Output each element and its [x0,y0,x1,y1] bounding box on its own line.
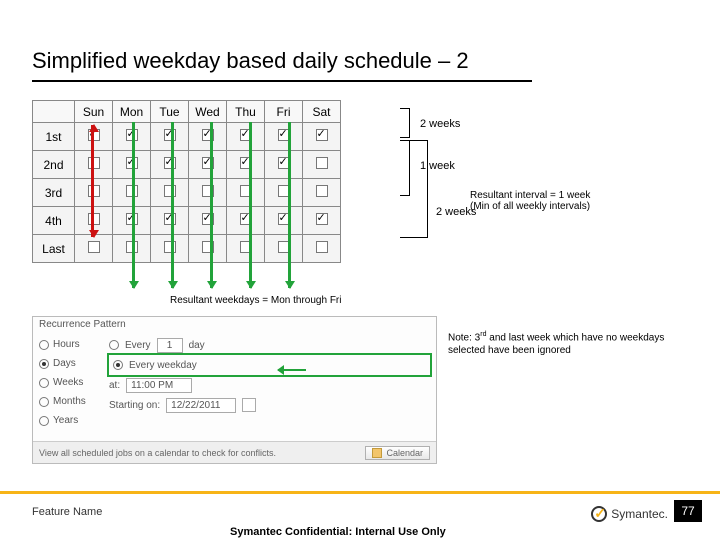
every-n-input[interactable]: 1 [157,338,183,353]
schedule-cell[interactable] [227,235,265,263]
resultant-interval-line1: Resultant interval = 1 week [470,190,590,201]
schedule-cell[interactable] [189,207,227,235]
schedule-cell[interactable] [227,179,265,207]
unit-radio[interactable] [39,340,49,350]
weekday-arrow [210,122,213,288]
bracket-1st-2nd [400,108,410,138]
starting-on-label: Starting on: [109,400,160,411]
start-date-input[interactable]: 12/22/2011 [166,398,236,413]
row-label: 3rd [33,179,75,207]
unit-label: Years [53,411,78,430]
schedule-cell[interactable] [151,179,189,207]
schedule-cell[interactable] [303,207,341,235]
weekday-arrow [132,122,135,288]
footer-accent-bar [0,491,720,494]
row-label: Last [33,235,75,263]
every-weekday-radio[interactable] [113,360,123,370]
schedule-cell[interactable] [189,151,227,179]
recurrence-unit-list: HoursDaysWeeksMonthsYears [39,335,86,430]
day-header: Mon [113,101,151,123]
sunday-span-arrow [91,125,94,237]
schedule-cell[interactable] [227,151,265,179]
schedule-grid: SunMonTueWedThuFriSat 1st2nd3rd4thLast [32,100,341,263]
every-unit-label: day [189,340,205,351]
confidential-footer: Symantec Confidential: Internal Use Only [230,526,446,538]
day-header: Sat [303,101,341,123]
schedule-cell[interactable] [303,179,341,207]
unit-label: Days [53,354,76,373]
schedule-cell[interactable] [189,123,227,151]
day-header: Wed [189,101,227,123]
unit-label: Hours [53,335,80,354]
calendar-picker-icon[interactable] [242,398,256,412]
unit-radio[interactable] [39,416,49,426]
checkbox-icon [316,129,328,141]
every-weekday-label: Every weekday [129,360,197,371]
schedule-cell[interactable] [227,123,265,151]
unit-label: Months [53,392,86,411]
calendar-button[interactable]: Calendar [365,446,430,460]
feature-name: Feature Name [32,506,102,518]
recurrence-heading: Recurrence Pattern [33,317,436,332]
schedule-cell[interactable] [265,207,303,235]
checkbox-icon [316,185,328,197]
highlight-back-arrow [278,365,310,375]
calendar-hint: View all scheduled jobs on a calendar to… [39,448,276,458]
title-underline [32,80,532,82]
row-label: 1st [33,123,75,151]
schedule-cell[interactable] [151,151,189,179]
ignored-weeks-note: Note: 3rd and last week which have no we… [448,330,688,357]
at-label: at: [109,380,120,391]
row-label: 2nd [33,151,75,179]
schedule-cell[interactable] [151,123,189,151]
time-input[interactable]: 11:00 PM [126,378,192,393]
schedule-cell[interactable] [75,235,113,263]
bracket-label-1: 2 weeks [420,118,460,130]
resultant-interval: Resultant interval = 1 week (Min of all … [470,190,590,212]
weekday-arrow [288,122,291,288]
calendar-icon [372,448,382,458]
checkbox-icon [316,241,328,253]
bracket-2nd-4th [400,140,428,238]
every-label: Every [125,340,151,351]
weekday-arrow [249,122,252,288]
schedule-cell[interactable] [303,123,341,151]
calendar-button-label: Calendar [386,448,423,458]
schedule-cell[interactable] [265,151,303,179]
symantec-logo: Symantec. [591,506,668,522]
day-header: Fri [265,101,303,123]
schedule-cell[interactable] [265,179,303,207]
schedule-cell[interactable] [265,235,303,263]
schedule-cell[interactable] [265,123,303,151]
day-header: Tue [151,101,189,123]
unit-label: Weeks [53,373,83,392]
day-header: Sun [75,101,113,123]
checkbox-icon [316,157,328,169]
every-n-radio[interactable] [109,340,119,350]
slide-title: Simplified weekday based daily schedule … [32,48,469,74]
recurrence-panel: Recurrence Pattern HoursDaysWeeksMonthsY… [32,316,437,464]
resultant-interval-line2: (Min of all weekly intervals) [470,201,590,212]
unit-radio[interactable] [39,359,49,369]
schedule-cell[interactable] [189,235,227,263]
checkbox-icon [88,241,100,253]
check-circle-icon [591,506,607,522]
schedule-cell[interactable] [151,207,189,235]
schedule-cell[interactable] [151,235,189,263]
checkbox-icon [316,213,328,225]
schedule-cell[interactable] [189,179,227,207]
schedule-cell[interactable] [227,207,265,235]
page-number: 77 [674,500,702,522]
resultant-weekdays: Resultant weekdays = Mon through Fri [170,295,341,306]
weekday-arrow [171,122,174,288]
schedule-cell[interactable] [303,235,341,263]
unit-radio[interactable] [39,397,49,407]
day-header: Thu [227,101,265,123]
brand-text: Symantec. [611,507,668,521]
schedule-cell[interactable] [303,151,341,179]
row-label: 4th [33,207,75,235]
unit-radio[interactable] [39,378,49,388]
